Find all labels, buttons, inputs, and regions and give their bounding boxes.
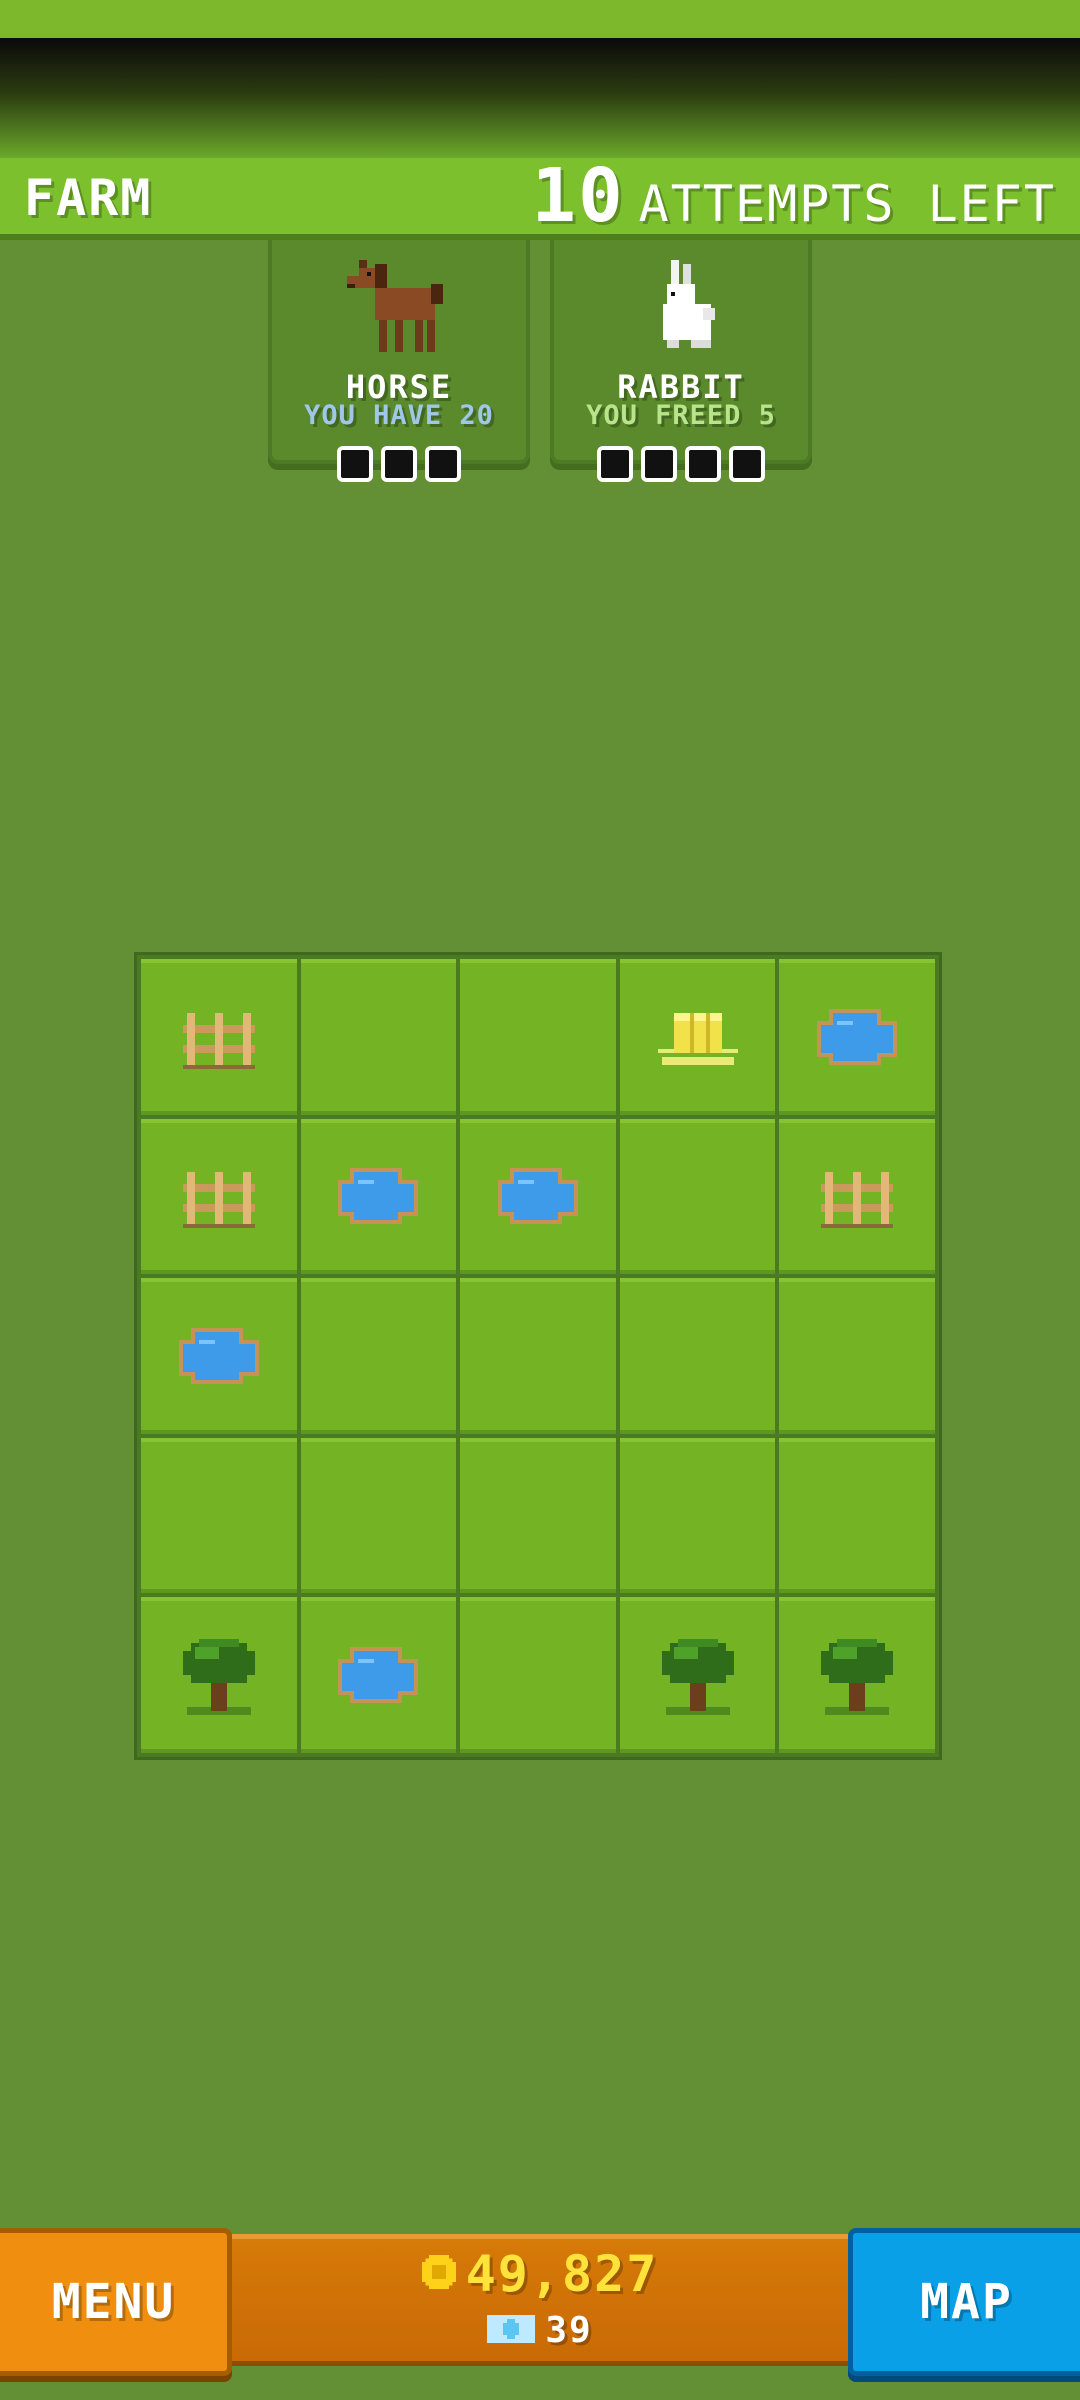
slot-box [685,446,721,482]
pond-icon [175,1323,263,1389]
board-tile[interactable] [779,1278,935,1434]
board-tile[interactable] [300,959,457,1115]
target-card-rabbit: RABBIT YOU FREED 5 [550,240,812,482]
pond-icon [334,1163,422,1229]
tree-icon [658,1635,738,1716]
board-tile[interactable] [141,959,297,1115]
pond-icon [334,1642,422,1708]
slot-box [597,446,633,482]
board-tile[interactable] [141,1118,297,1275]
target-status: YOU FREED 5 [586,400,776,431]
board-tile[interactable] [141,1437,297,1594]
coins-value: 49,827 [465,2245,659,2303]
map-button[interactable]: MAP [848,2228,1080,2376]
level-name: FARM [24,169,153,227]
menu-button[interactable]: MENU [0,2228,232,2376]
slot-box [425,446,461,482]
gems-row: 39 [232,2311,848,2351]
board-tile[interactable] [141,1597,297,1753]
board-tile[interactable] [779,1118,935,1275]
attempts-counter: 10 ATTEMPTS LEFT [532,158,1056,234]
slot-box [641,446,677,482]
hay-icon [654,1001,742,1073]
board-tile[interactable] [619,1437,776,1594]
fence-icon [179,1005,259,1069]
horse-icon [347,260,451,360]
game-board [134,952,942,1760]
board-tile[interactable] [460,1597,616,1753]
tree-icon [817,1635,897,1716]
tree-icon [179,1635,259,1716]
currency-panel: 49,827 39 [232,2234,848,2366]
pond-icon [813,1004,901,1070]
board-tile[interactable] [460,959,616,1115]
level-header: FARM 10 ATTEMPTS LEFT [0,158,1080,240]
board-tile[interactable] [779,1597,935,1753]
board-tile[interactable] [619,959,776,1115]
bottom-bar: MENU 49,827 39 MAP [0,2228,1080,2388]
board-tile[interactable] [460,1278,616,1434]
fence-icon [817,1164,897,1229]
board-tile[interactable] [779,1437,935,1594]
board-tile[interactable] [779,959,935,1115]
board-tile[interactable] [300,1437,457,1594]
slot-box [381,446,417,482]
board-tile[interactable] [300,1278,457,1434]
attempts-label: ATTEMPTS LEFT [638,175,1056,233]
coin-icon [421,2255,456,2293]
target-status: YOU HAVE 20 [304,400,494,431]
target-slots [554,446,808,482]
gems-value: 39 [545,2310,593,2351]
board-tile[interactable] [460,1118,616,1275]
slot-box [729,446,765,482]
target-slots [272,446,526,482]
gem-ticket-icon [487,2315,536,2347]
pond-icon [494,1163,582,1229]
fence-icon [179,1164,259,1229]
target-name: HORSE [345,368,453,406]
top-shadow [0,38,1080,158]
board-tile[interactable] [619,1597,776,1753]
board-tile[interactable] [300,1118,457,1275]
board-tile[interactable] [619,1118,776,1275]
board-tile[interactable] [300,1597,457,1753]
rabbit-icon [643,260,719,360]
slot-box [337,446,373,482]
board-tile[interactable] [460,1437,616,1594]
target-card-horse: HORSE YOU HAVE 20 [268,240,530,482]
board-tile[interactable] [619,1278,776,1434]
target-name: RABBIT [617,368,745,406]
attempts-count: 10 [531,153,625,239]
board-tile[interactable] [141,1278,297,1434]
status-strip [0,0,1080,38]
coins-row: 49,827 [232,2247,848,2301]
